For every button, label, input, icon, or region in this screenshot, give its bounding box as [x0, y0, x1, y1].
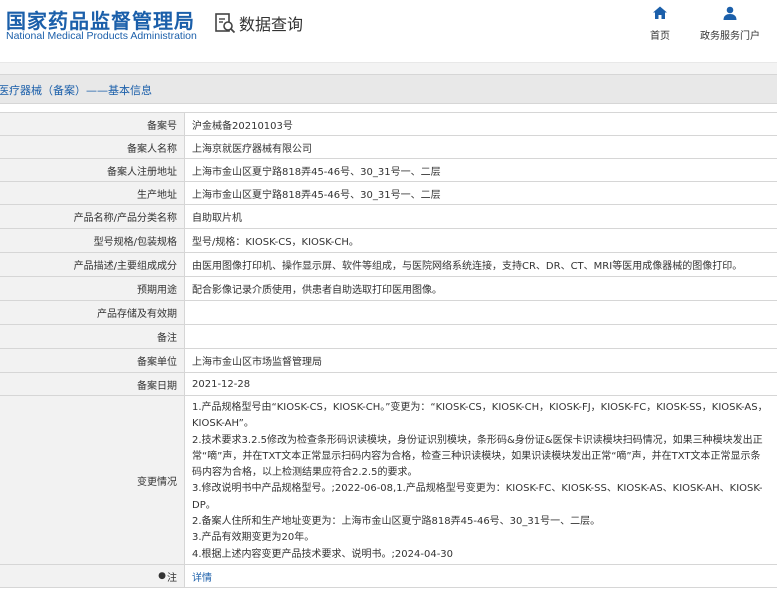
- detail-table: 备案号 沪金械备20210103号 备案人名称 上海京就医疗器械有限公司 备案人…: [0, 112, 777, 588]
- field-value: 上海市金山区市场监督管理局: [185, 349, 777, 372]
- table-row: 预期用途 配合影像记录介质使用，供患者自助选取打印医用图像。: [0, 277, 777, 301]
- table-row: 生产地址 上海市金山区夏宁路818弄45-46号、30_31号一、二层: [0, 182, 777, 205]
- change-line: 2.技术要求3.2.5修改为检查条形码识读模块，身份证识别模块，条形码&身份证&…: [192, 434, 763, 479]
- field-label: 备注: [0, 325, 185, 348]
- table-row-note: ● 注 详情: [0, 565, 777, 588]
- field-value: 2021-12-28: [185, 373, 777, 395]
- change-line: 3.产品有效期变更为20年。: [192, 532, 315, 544]
- field-label: 产品存储及有效期: [0, 301, 185, 324]
- info-dot-icon: ●: [158, 571, 166, 581]
- field-value: 配合影像记录介质使用，供患者自助选取打印医用图像。: [185, 277, 777, 300]
- field-label: 产品名称/产品分类名称: [0, 205, 185, 228]
- data-query-heading: 数据查询: [214, 10, 303, 36]
- user-icon: [723, 6, 737, 20]
- changes-value: 1.产品规格型号由“KIOSK-CS，KIOSK-CH。”变更为：“KIOSK-…: [185, 396, 777, 564]
- table-row: 产品描述/主要组成成分 由医用图像打印机、操作显示屏、软件等组成，与医院网络系统…: [0, 253, 777, 277]
- field-label: 备案人注册地址: [0, 159, 185, 181]
- nav-home[interactable]: 首页: [625, 5, 695, 42]
- table-row: 备案人注册地址 上海市金山区夏宁路818弄45-46号、30_31号一、二层: [0, 159, 777, 182]
- nav-home-label: 首页: [650, 31, 670, 42]
- change-line: 4.根据上述内容变更产品技术要求、说明书。;2024-04-30: [192, 548, 454, 560]
- field-value: 由医用图像打印机、操作显示屏、软件等组成，与医院网络系统连接，支持CR、DR、C…: [185, 253, 777, 276]
- table-row-changes: 变更情况 1.产品规格型号由“KIOSK-CS，KIOSK-CH。”变更为：“K…: [0, 396, 777, 565]
- field-value: 上海市金山区夏宁路818弄45-46号、30_31号一、二层: [185, 159, 777, 181]
- change-line: 2.备案人住所和生产地址变更为：上海市金山区夏宁路818弄45-46号、30_3…: [192, 516, 601, 528]
- table-row: 型号规格/包装规格 型号/规格：KIOSK-CS，KIOSK-CH。: [0, 229, 777, 253]
- change-line: 1.产品规格型号由“KIOSK-CS，KIOSK-CH。”变更为：“KIOSK-…: [192, 402, 768, 430]
- field-label: 型号规格/包装规格: [0, 229, 185, 252]
- field-label: 预期用途: [0, 277, 185, 300]
- field-value: 型号/规格：KIOSK-CS，KIOSK-CH。: [185, 229, 777, 252]
- data-query-icon: [215, 13, 236, 34]
- field-label: 生产地址: [0, 182, 185, 204]
- section-title: 医疗器械（备案）——基本信息: [0, 84, 152, 97]
- table-row: 产品存储及有效期: [0, 301, 777, 325]
- field-value: 上海京就医疗器械有限公司: [185, 136, 777, 158]
- field-label: 备案号: [0, 113, 185, 135]
- home-icon: [653, 6, 667, 19]
- details-link[interactable]: 详情: [192, 569, 212, 584]
- field-value: [185, 325, 777, 348]
- site-header: 国家药品监督管理局 National Medical Products Admi…: [0, 0, 777, 62]
- field-label: 产品描述/主要组成成分: [0, 253, 185, 276]
- nav-service-portal[interactable]: 政务服务门户: [695, 5, 765, 42]
- header-divider: [0, 62, 777, 74]
- field-value: 沪金械备20210103号: [185, 113, 777, 135]
- table-row: 备注: [0, 325, 777, 349]
- table-row: 备案日期 2021-12-28: [0, 373, 777, 396]
- field-label: 备案人名称: [0, 136, 185, 158]
- note-label-text: 注: [167, 572, 177, 584]
- table-row: 产品名称/产品分类名称 自助取片机: [0, 205, 777, 229]
- data-query-label: 数据查询: [239, 15, 304, 34]
- note-label: ● 注: [0, 565, 185, 587]
- change-line: 3.修改说明书中产品规格型号。;2022-06-08,1.产品规格型号变更为：K…: [192, 483, 763, 511]
- field-label: 备案日期: [0, 373, 185, 395]
- field-value: 上海市金山区夏宁路818弄45-46号、30_31号一、二层: [185, 182, 777, 204]
- table-row: 备案人名称 上海京就医疗器械有限公司: [0, 136, 777, 159]
- section-bar: 医疗器械（备案）——基本信息: [0, 74, 777, 104]
- field-value: [185, 301, 777, 324]
- site-logo-english[interactable]: National Medical Products Administration: [6, 30, 197, 42]
- nav-service-portal-label: 政务服务门户: [700, 31, 760, 42]
- field-label: 变更情况: [0, 396, 185, 564]
- table-row: 备案号 沪金械备20210103号: [0, 113, 777, 136]
- note-value: 详情: [185, 565, 777, 587]
- field-label: 备案单位: [0, 349, 185, 372]
- table-row: 备案单位 上海市金山区市场监督管理局: [0, 349, 777, 373]
- field-value: 自助取片机: [185, 205, 777, 228]
